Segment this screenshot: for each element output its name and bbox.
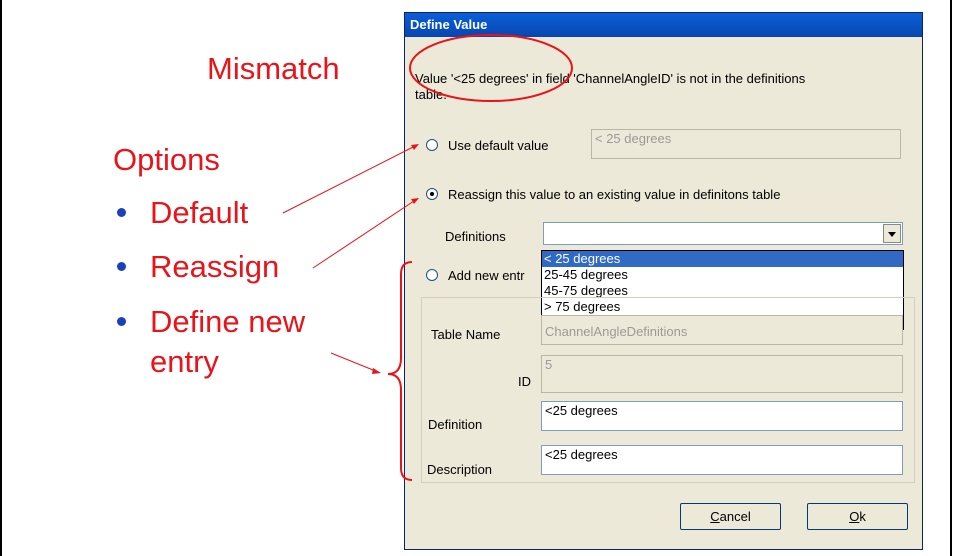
default-arrow (282, 144, 418, 214)
annotation-overlay (282, 34, 573, 481)
arrowhead (372, 368, 381, 374)
mismatch-ellipse (409, 34, 573, 102)
arrowhead (411, 144, 419, 150)
new-entry-arrow (330, 352, 379, 373)
new-entry-brace (387, 261, 413, 481)
arrowhead (411, 198, 419, 204)
reassign-arrow (312, 198, 418, 269)
